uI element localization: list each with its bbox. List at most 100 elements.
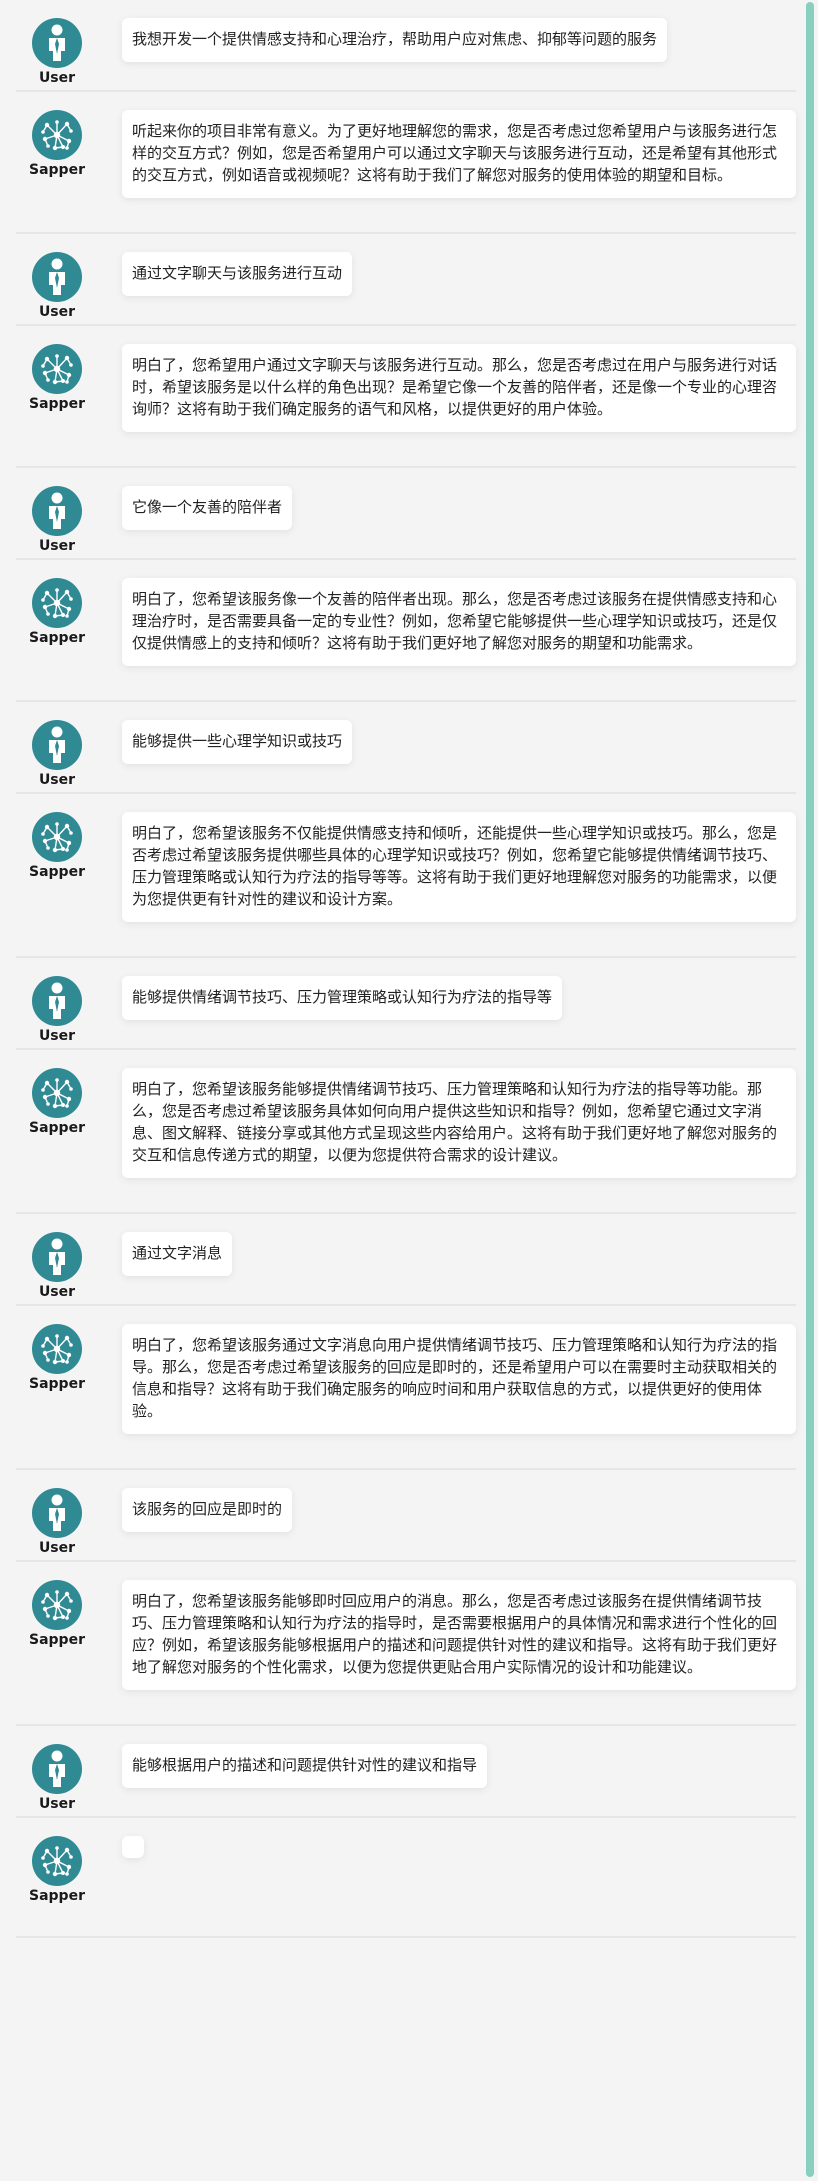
user-avatar — [32, 1232, 82, 1282]
bot-message-row: Sapper 明白了，您希望该服务能够提供情绪调节技巧、压力管理策略和认知行为疗法… — [16, 1050, 796, 1214]
bot-message-row: Sapper 明白了，您希望该服务能够即时回应用户的消息。那么，您是否考虑过该服务… — [16, 1562, 796, 1726]
person-icon — [42, 258, 72, 296]
user-message-row: User 通过文字消息 — [16, 1214, 796, 1306]
user-avatar — [32, 1744, 82, 1794]
bot-message-bubble: 明白了，您希望该服务能够即时回应用户的消息。那么，您是否考虑过该服务在提供情绪调… — [122, 1580, 796, 1690]
bot-avatar — [32, 110, 82, 160]
user-message-bubble: 它像一个友善的陪伴者 — [122, 486, 293, 530]
neural-network-icon — [37, 1585, 77, 1625]
user-avatar — [32, 18, 82, 68]
neural-network-icon — [37, 115, 77, 155]
bot-message-row: Sapper 明白了，您希望该服务像一个友善的陪伴者出现。那么，您是否考虑过该服务… — [16, 560, 796, 702]
speaker: Sapper — [16, 1068, 98, 1136]
person-icon — [42, 1750, 72, 1788]
bot-name-label: Sapper — [29, 630, 85, 646]
user-name-label: User — [38, 1028, 76, 1044]
speaker: User — [16, 252, 98, 320]
speaker: Sapper — [16, 1836, 98, 1904]
user-message-row: User 能够提供情绪调节技巧、压力管理策略或认知行为疗法的指导等 — [16, 958, 796, 1050]
bot-avatar — [32, 1836, 82, 1886]
speaker: User — [16, 976, 98, 1044]
user-name-label: User — [38, 1796, 76, 1812]
bot-message-bubble: 明白了，您希望该服务能够提供情绪调节技巧、压力管理策略和认知行为疗法的指导等功能… — [122, 1068, 796, 1178]
user-message-row: User 该服务的回应是即时的 — [16, 1470, 796, 1562]
speaker: User — [16, 1232, 98, 1300]
person-icon — [42, 1494, 72, 1532]
speaker: User — [16, 1744, 98, 1812]
speaker: Sapper — [16, 812, 98, 880]
person-icon — [42, 982, 72, 1020]
user-message-bubble: 该服务的回应是即时的 — [122, 1488, 293, 1532]
neural-network-icon — [37, 1841, 77, 1881]
user-message-row: User 能够提供一些心理学知识或技巧 — [16, 702, 796, 794]
user-avatar — [32, 252, 82, 302]
bot-avatar — [32, 1324, 82, 1374]
bot-message-row: Sapper 明白了，您希望该服务通过文字消息向用户提供情绪调节技巧、压力管理策略… — [16, 1306, 796, 1470]
speaker: User — [16, 720, 98, 788]
neural-network-icon — [37, 1329, 77, 1369]
user-name-label: User — [38, 1284, 76, 1300]
user-message-bubble: 能够提供一些心理学知识或技巧 — [122, 720, 353, 764]
bot-avatar — [32, 812, 82, 862]
person-icon — [42, 492, 72, 530]
user-message-row: User 我想开发一个提供情感支持和心理治疗，帮助用户应对焦虑、抑郁等问题的服务 — [16, 0, 796, 92]
bot-name-label: Sapper — [29, 1376, 85, 1392]
bot-message-bubble: 听起来你的项目非常有意义。为了更好地理解您的需求，您是否考虑过您希望用户与该服务… — [122, 110, 796, 198]
bot-avatar — [32, 578, 82, 628]
speaker: User — [16, 18, 98, 86]
bot-avatar — [32, 1580, 82, 1630]
user-message-row: User 通过文字聊天与该服务进行互动 — [16, 234, 796, 326]
speaker: User — [16, 1488, 98, 1556]
user-message-row: User 能够根据用户的描述和问题提供针对性的建议和指导 — [16, 1726, 796, 1818]
user-name-label: User — [38, 70, 76, 86]
speaker: Sapper — [16, 1324, 98, 1392]
bot-message-bubble: 明白了，您希望该服务像一个友善的陪伴者出现。那么，您是否考虑过该服务在提供情感支… — [122, 578, 796, 666]
bot-message-bubble: 明白了，您希望用户通过文字聊天与该服务进行互动。那么，您是否考虑过在用户与服务进… — [122, 344, 796, 432]
user-message-bubble: 我想开发一个提供情感支持和心理治疗，帮助用户应对焦虑、抑郁等问题的服务 — [122, 18, 668, 62]
user-name-label: User — [38, 538, 76, 554]
user-avatar — [32, 486, 82, 536]
bot-name-label: Sapper — [29, 1632, 85, 1648]
scrollbar-thumb[interactable] — [806, 2, 814, 2177]
neural-network-icon — [37, 583, 77, 623]
user-message-bubble: 通过文字消息 — [122, 1232, 233, 1276]
neural-network-icon — [37, 349, 77, 389]
person-icon — [42, 1238, 72, 1276]
user-avatar — [32, 976, 82, 1026]
neural-network-icon — [37, 1073, 77, 1113]
user-name-label: User — [38, 304, 76, 320]
bot-message-row: Sapper 听起来你的项目非常有意义。为了更好地理解您的需求，您是否考虑过您希望… — [16, 92, 796, 234]
bot-message-row: Sapper 明白了，您希望用户通过文字聊天与该服务进行互动。那么，您是否考虑过在… — [16, 326, 796, 468]
speaker: User — [16, 486, 98, 554]
speaker: Sapper — [16, 110, 98, 178]
speaker: Sapper — [16, 344, 98, 412]
neural-network-icon — [37, 817, 77, 857]
bot-name-label: Sapper — [29, 1120, 85, 1136]
bot-name-label: Sapper — [29, 396, 85, 412]
bot-message-bubble — [122, 1836, 144, 1858]
user-name-label: User — [38, 772, 76, 788]
speaker: Sapper — [16, 1580, 98, 1648]
bot-message-bubble: 明白了，您希望该服务通过文字消息向用户提供情绪调节技巧、压力管理策略和认知行为疗… — [122, 1324, 796, 1434]
bot-name-label: Sapper — [29, 162, 85, 178]
bot-message-bubble: 明白了，您希望该服务不仅能提供情感支持和倾听，还能提供一些心理学知识或技巧。那么… — [122, 812, 796, 922]
person-icon — [42, 726, 72, 764]
chat-page: User 我想开发一个提供情感支持和心理治疗，帮助用户应对焦虑、抑郁等问题的服务 … — [0, 0, 818, 2181]
user-avatar — [32, 1488, 82, 1538]
bot-name-label: Sapper — [29, 864, 85, 880]
user-message-bubble: 通过文字聊天与该服务进行互动 — [122, 252, 353, 296]
bot-message-row: Sapper 明白了，您希望该服务不仅能提供情感支持和倾听，还能提供一些心理学知识… — [16, 794, 796, 958]
person-icon — [42, 24, 72, 62]
bot-name-label: Sapper — [29, 1888, 85, 1904]
speaker: Sapper — [16, 578, 98, 646]
bot-message-row: Sapper — [16, 1818, 796, 1938]
chat-transcript: User 我想开发一个提供情感支持和心理治疗，帮助用户应对焦虑、抑郁等问题的服务 … — [16, 0, 796, 1938]
user-message-bubble: 能够根据用户的描述和问题提供针对性的建议和指导 — [122, 1744, 488, 1788]
bot-avatar — [32, 1068, 82, 1118]
user-avatar — [32, 720, 82, 770]
bot-avatar — [32, 344, 82, 394]
user-message-row: User 它像一个友善的陪伴者 — [16, 468, 796, 560]
user-name-label: User — [38, 1540, 76, 1556]
scrollbar-track[interactable] — [806, 0, 818, 2181]
user-message-bubble: 能够提供情绪调节技巧、压力管理策略或认知行为疗法的指导等 — [122, 976, 563, 1020]
